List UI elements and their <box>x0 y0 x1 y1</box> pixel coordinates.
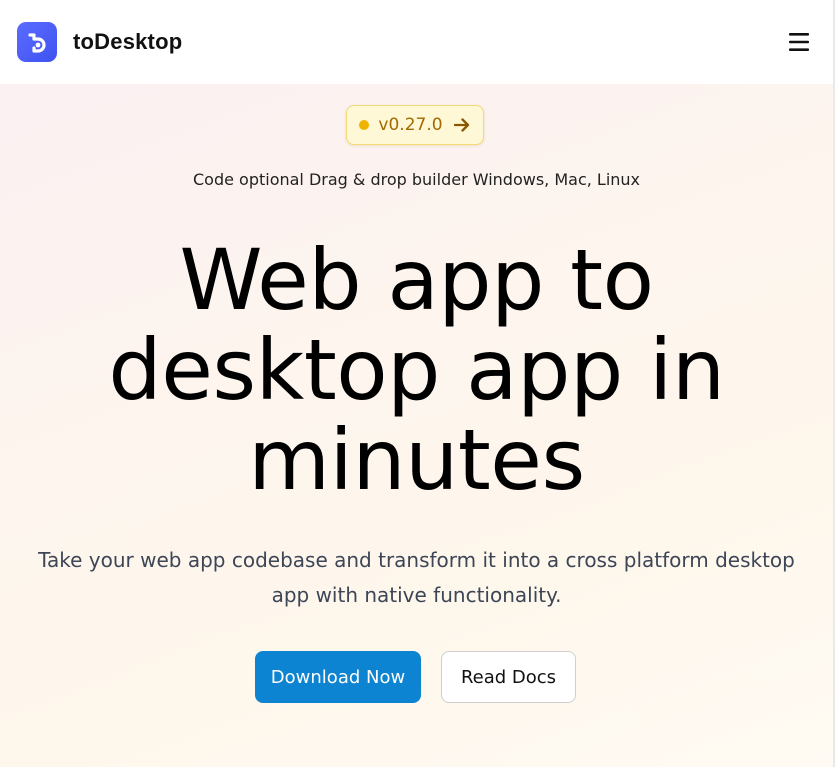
download-now-button[interactable]: Download Now <box>255 651 421 703</box>
read-docs-button[interactable]: Read Docs <box>441 651 576 703</box>
brand-name: toDesktop <box>73 29 183 54</box>
page-title: Web app to desktop app in minutes <box>108 231 725 509</box>
hero-description: Take your web app codebase and transform… <box>38 548 795 607</box>
todesktop-logo-icon <box>17 22 57 62</box>
status-dot <box>359 120 370 130</box>
brand-link[interactable]: toDesktop <box>17 22 182 62</box>
tagline: Code optional Drag & drop builder Window… <box>192 170 641 189</box>
arrow-right-icon <box>453 116 471 134</box>
hamburger-menu-icon[interactable] <box>787 30 811 54</box>
version-label: v0.27.0 <box>378 115 443 135</box>
version-badge-link[interactable]: v0.27.0 <box>346 105 484 145</box>
site-header: toDesktop <box>0 0 835 84</box>
